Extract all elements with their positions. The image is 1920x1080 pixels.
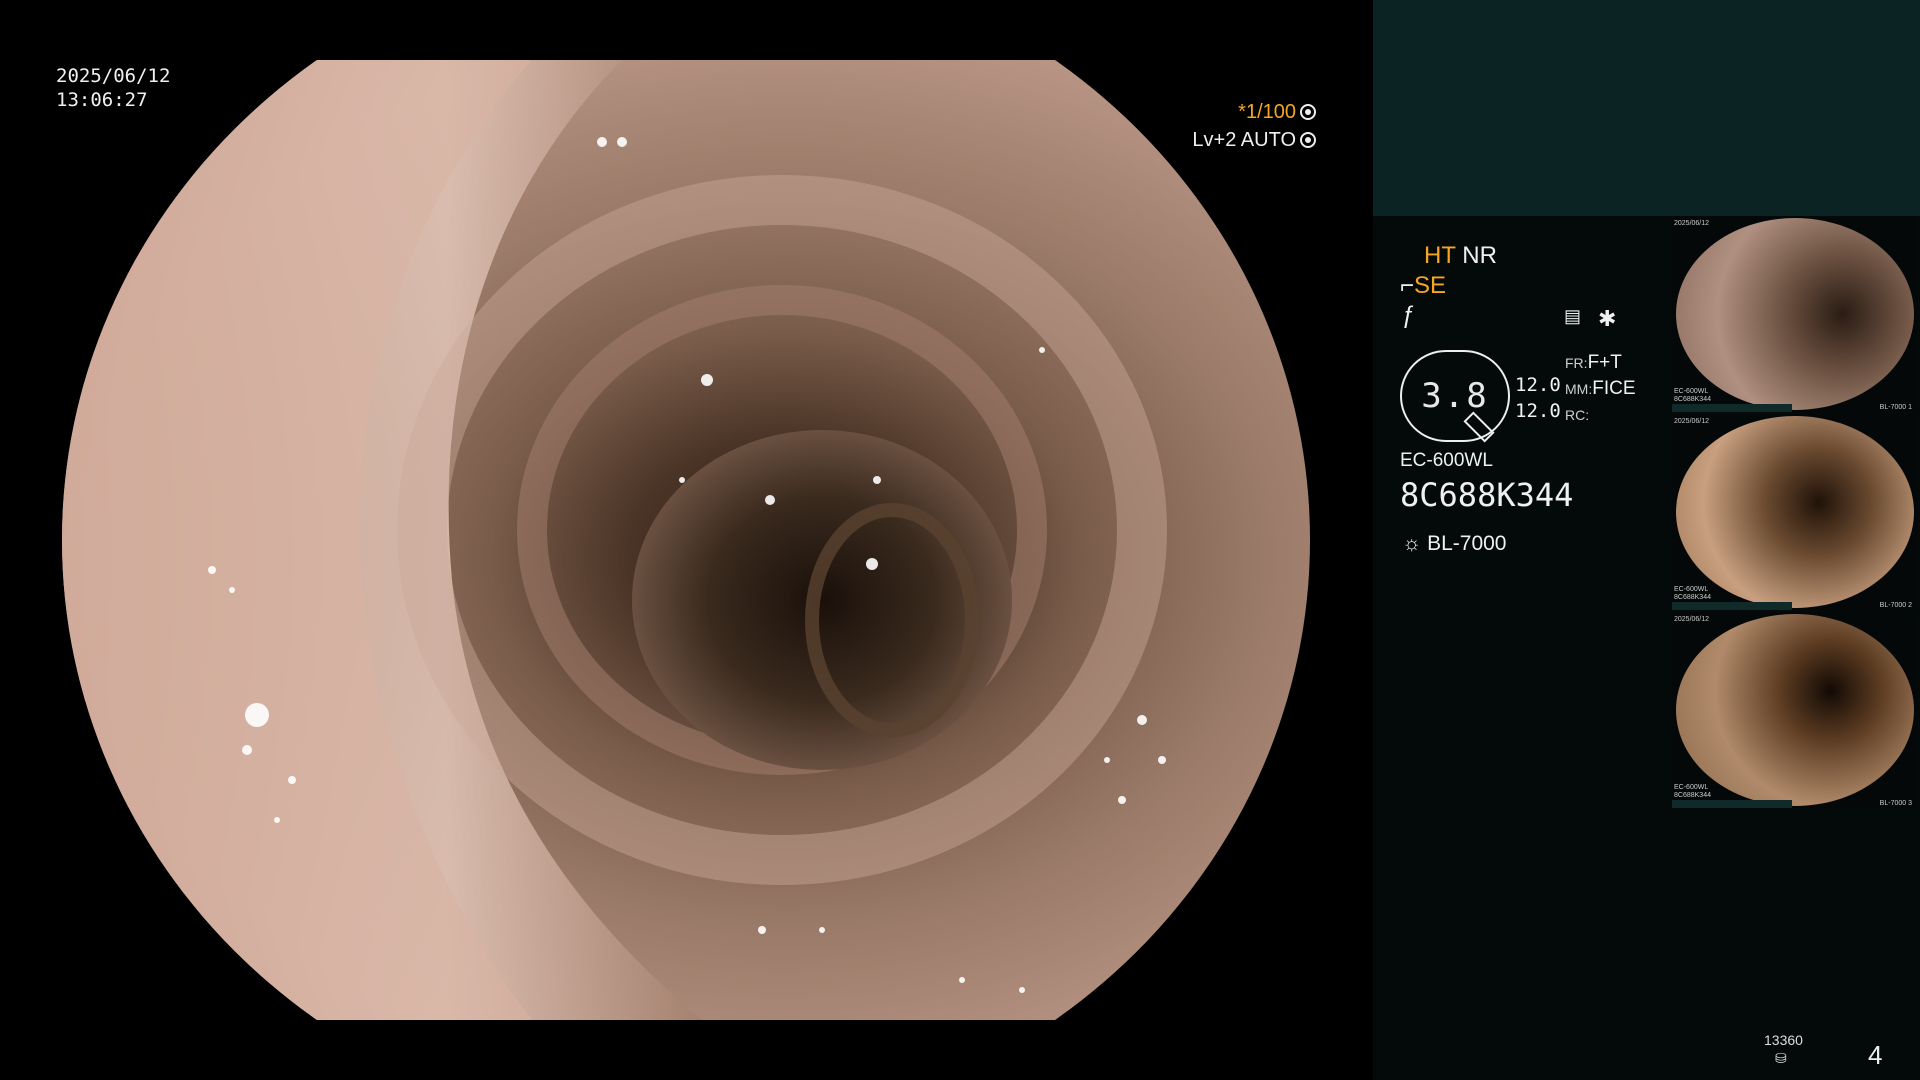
thumb-light: BL-7000 2: [1880, 602, 1912, 610]
info-panel-header: [1373, 0, 1920, 216]
thumbnail-2[interactable]: 2025/06/12 EC-600WL 8C688K344 BL-7000 2: [1672, 414, 1918, 610]
thumb-info: EC-600WL 8C688K344: [1674, 388, 1711, 404]
time-text: 13:06:27: [56, 89, 148, 111]
thumb-model: EC-600WL: [1674, 784, 1709, 791]
thumb-model: EC-600WL: [1674, 586, 1709, 593]
thumb-light: BL-7000 3: [1880, 800, 1912, 808]
thumbnail-1[interactable]: 2025/06/12 EC-600WL 8C688K344 BL-7000 1: [1672, 216, 1918, 412]
mm-value: FICE: [1592, 378, 1636, 399]
rc-label: RC:: [1565, 407, 1590, 423]
storage-count: 13360: [1764, 1032, 1803, 1048]
thumb-index: 1: [1908, 404, 1912, 411]
thumbnail-bar: [1672, 602, 1792, 610]
date-text: 2025/06/12: [56, 65, 171, 87]
thumbnail-3[interactable]: 2025/06/12 EC-600WL 8C688K344 BL-7000 3: [1672, 612, 1918, 808]
thumb-index: 3: [1908, 800, 1912, 807]
fr-mm-rc-block: FR:F+T MM:FICE RC:: [1565, 350, 1636, 428]
scope-model: EC-600WL: [1400, 450, 1493, 471]
exposure-overlay: *1/100 Lv+2 AUTO: [1192, 98, 1316, 154]
mode-row-2: ⌐SE: [1400, 272, 1446, 300]
value-column: 12.0 12.0: [1515, 372, 1561, 424]
light-source: BL-7000: [1427, 532, 1507, 555]
thumb-index: 2: [1908, 602, 1912, 609]
mm-label: MM:: [1565, 381, 1593, 397]
thumb-serial: 8C688K344: [1674, 396, 1711, 403]
thumb-serial: 8C688K344: [1674, 792, 1711, 799]
magnification-badge: 3.8: [1400, 350, 1510, 443]
shutter-icon: [1300, 104, 1316, 120]
fr-value: F+T: [1587, 352, 1622, 373]
iris-icon: [1300, 132, 1316, 148]
thumb-date: 2025/06/12: [1674, 418, 1710, 425]
thumb-light-text: BL-7000: [1879, 404, 1907, 411]
thumb-date: 2025/06/12: [1674, 616, 1710, 623]
settings-box-icon: ▤: [1564, 306, 1582, 326]
value-1: 12.0: [1515, 374, 1561, 396]
thumb-light: BL-7000 1: [1880, 404, 1912, 412]
se-icon: ⌐: [1400, 272, 1415, 299]
thumb-serial: 8C688K344: [1674, 594, 1711, 601]
asterisk-icon: ✱: [1598, 306, 1617, 331]
thumbnail-bar: [1672, 800, 1792, 808]
level-text: Lv+2 AUTO: [1192, 129, 1296, 151]
light-icon: ☼: [1402, 532, 1422, 555]
magnification-value: 3.8: [1421, 376, 1489, 416]
mode-row-1: HT NR: [1424, 242, 1497, 270]
shutter-text: *1/100: [1238, 101, 1296, 123]
image-count: 4: [1868, 1040, 1883, 1070]
thumb-info: EC-600WL 8C688K344: [1674, 586, 1711, 602]
thumb-light-text: BL-7000: [1879, 800, 1907, 807]
serial-number: 8C688K344: [1400, 476, 1574, 514]
thumb-date: 2025/06/12: [1674, 220, 1710, 227]
thumb-info: EC-600WL 8C688K344: [1674, 784, 1711, 800]
thumbnail-bar: [1672, 404, 1792, 412]
se-label: SE: [1414, 272, 1447, 299]
thumb-model: EC-600WL: [1674, 388, 1709, 395]
fr-label: FR:: [1565, 355, 1588, 371]
endoscope-view: [62, 60, 1310, 1020]
light-source-row: ☼ BL-7000: [1402, 532, 1507, 556]
value-2: 12.0: [1515, 400, 1561, 422]
storage-icon: ⛁: [1775, 1050, 1787, 1066]
datetime-overlay: 2025/06/12 13:06:27: [56, 64, 170, 112]
nr-label: NR: [1462, 242, 1497, 269]
f-icon: ƒ: [1402, 302, 1416, 329]
ht-label: HT: [1424, 242, 1456, 269]
thumb-light-text: BL-7000: [1879, 602, 1907, 609]
